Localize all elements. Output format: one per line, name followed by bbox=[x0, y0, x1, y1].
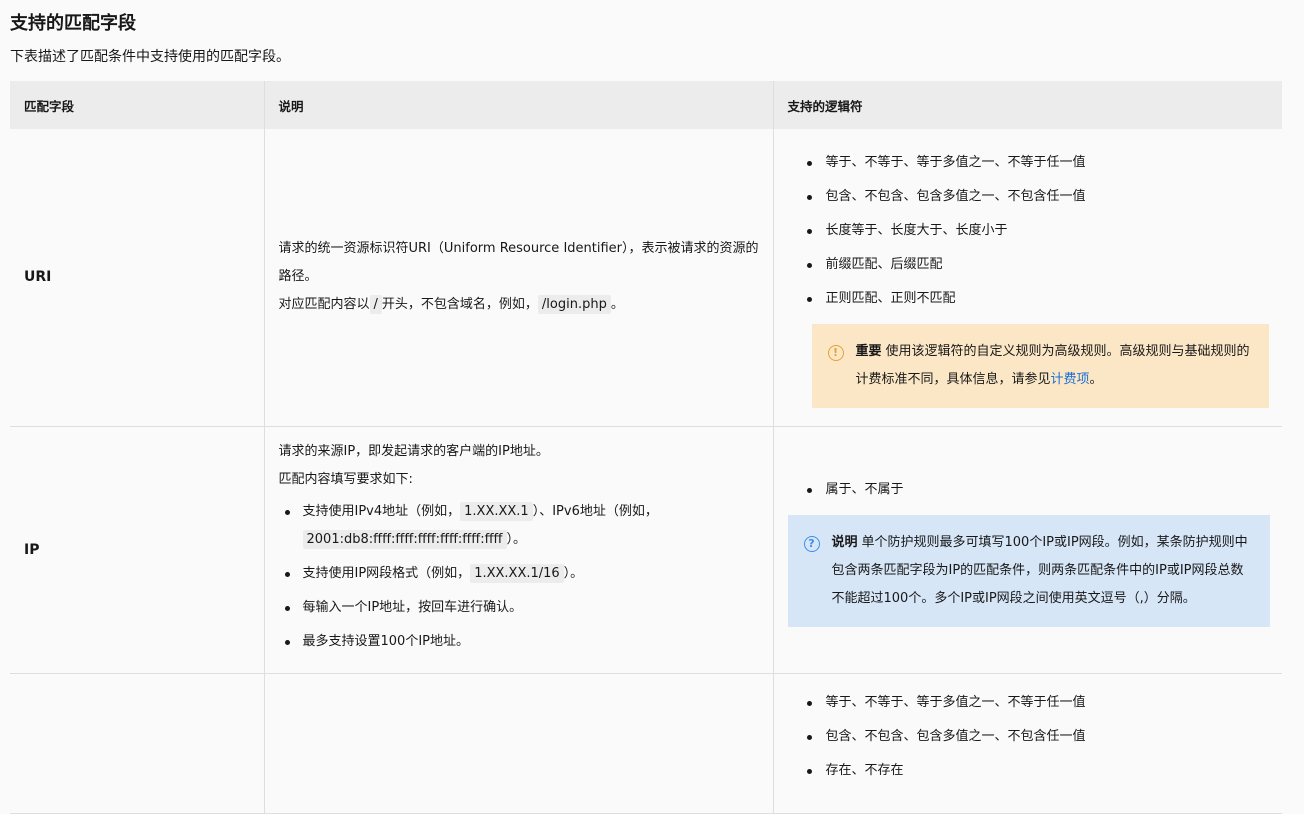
desc-text: 请求的统一资源标识符URI（Uniform Resource Identifie… bbox=[278, 241, 759, 285]
list-item: 每输入一个IP地址，按回车进行确认。 bbox=[279, 594, 759, 622]
desc-fragment: 开头，不包含域名，例如， bbox=[381, 297, 538, 313]
code-inline: 1.XX.XX.1 bbox=[460, 501, 533, 521]
operator-list: 等于、不等于、等于多值之一、不等于任一值 包含、不包含、包含多值之一、不包含任一… bbox=[788, 686, 1269, 788]
field-description: 请求的来源IP，即发起请求的客户端的IP地址。 匹配内容填写要求如下: 支持使用… bbox=[264, 426, 774, 674]
desc-fragment: ）。 bbox=[506, 531, 527, 547]
operator-list: 属于、不属于 bbox=[788, 473, 1269, 507]
requirement-list: 支持使用IPv4地址（例如， 1.XX.XX.1 ）、IPv6地址（例如， 2001:… bbox=[279, 498, 759, 656]
list-item: 支持使用IP网段格式（例如， 1.XX.XX.1/16）。 bbox=[279, 560, 759, 588]
header-ops: 支持的逻辑符 bbox=[773, 81, 1282, 129]
desc-fragment: ）、IPv6地址（例如， bbox=[532, 503, 658, 519]
list-item: 正则匹配、正则不匹配 bbox=[798, 282, 1269, 316]
code-inline: /login.php bbox=[537, 295, 611, 315]
list-item: 前缀匹配、后缀匹配 bbox=[798, 248, 1269, 282]
table-header-row: 匹配字段 说明 支持的逻辑符 bbox=[10, 81, 1282, 129]
field-name: URI bbox=[10, 129, 265, 427]
desc-fragment: 支持使用IPv4地址（例如， bbox=[302, 503, 461, 519]
note-label: 重要 bbox=[855, 344, 882, 360]
desc-text: 匹配内容填写要求如下: bbox=[278, 471, 413, 487]
table-row-ip: IP 请求的来源IP，即发起请求的客户端的IP地址。 匹配内容填写要求如下: 支… bbox=[10, 426, 1282, 674]
match-fields-table: 匹配字段 说明 支持的逻辑符 URI 请求的统一资源标识符URI（Uniform… bbox=[10, 81, 1282, 814]
list-item: 最多支持设置100个IP地址。 bbox=[279, 628, 759, 656]
field-operators: 属于、不属于 ? 说明 单个防护规则最多可填写100个IP或IP网段。例如，某条防… bbox=[773, 426, 1282, 674]
desc-fragment: 。 bbox=[610, 297, 624, 313]
important-note: ! 重要 使用该逻辑符的自定义规则为高级规则。高级规则与基础规则的计费标准不同，具… bbox=[811, 324, 1269, 409]
question-icon: ? bbox=[803, 535, 820, 552]
billing-link[interactable]: 计费项 bbox=[1051, 372, 1090, 387]
desc-fragment: ）。 bbox=[563, 565, 584, 581]
operator-list: 等于、不等于、等于多值之一、不等于任一值 包含、不包含、包含多值之一、不包含任一… bbox=[788, 146, 1269, 316]
header-desc: 说明 bbox=[264, 81, 774, 129]
field-description bbox=[264, 673, 774, 814]
field-description: 请求的统一资源标识符URI（Uniform Resource Identifie… bbox=[264, 129, 774, 427]
list-item: 等于、不等于、等于多值之一、不等于任一值 bbox=[798, 146, 1269, 180]
note-label: 说明 bbox=[831, 534, 858, 550]
table-row-uri: URI 请求的统一资源标识符URI（Uniform Resource Ident… bbox=[10, 129, 1282, 427]
list-item: 包含、不包含、包含多值之一、不包含任一值 bbox=[798, 720, 1269, 754]
note-end: 。 bbox=[1089, 372, 1103, 388]
info-note: ? 说明 单个防护规则最多可填写100个IP或IP网段。例如，某条防护规则中包含两… bbox=[787, 514, 1270, 627]
list-item: 长度等于、长度大于、长度小于 bbox=[798, 214, 1269, 248]
field-operators: 等于、不等于、等于多值之一、不等于任一值 包含、不包含、包含多值之一、不包含任一… bbox=[773, 129, 1282, 427]
desc-text: 请求的来源IP，即发起请求的客户端的IP地址。 bbox=[278, 443, 549, 459]
desc-fragment: 对应匹配内容以 bbox=[278, 297, 370, 313]
table-row: 等于、不等于、等于多值之一、不等于任一值 包含、不包含、包含多值之一、不包含任一… bbox=[10, 673, 1282, 814]
list-item: 支持使用IPv4地址（例如， 1.XX.XX.1 ）、IPv6地址（例如， 2001:… bbox=[279, 498, 759, 554]
list-item: 等于、不等于、等于多值之一、不等于任一值 bbox=[798, 686, 1269, 720]
code-inline: 2001:db8:ffff:ffff:ffff:ffff:ffff:ffff bbox=[302, 529, 507, 549]
note-text: 单个防护规则最多可填写100个IP或IP网段。例如，某条防护规则中包含两条匹配字… bbox=[831, 534, 1248, 606]
page-title: 支持的匹配字段 bbox=[10, 13, 136, 34]
code-inline: 1.XX.XX.1/16 bbox=[470, 563, 564, 583]
code-inline: / bbox=[369, 295, 382, 315]
list-item: 存在、不存在 bbox=[798, 754, 1269, 788]
field-operators: 等于、不等于、等于多值之一、不等于任一值 包含、不包含、包含多值之一、不包含任一… bbox=[773, 673, 1282, 814]
list-item: 属于、不属于 bbox=[798, 473, 1269, 507]
warning-icon: ! bbox=[827, 345, 844, 362]
field-name: IP bbox=[10, 426, 265, 674]
field-name bbox=[10, 673, 265, 814]
header-field: 匹配字段 bbox=[10, 81, 265, 129]
desc-fragment: 支持使用IP网段格式（例如， bbox=[302, 565, 471, 581]
intro-text: 下表描述了匹配条件中支持使用的匹配字段。 bbox=[10, 49, 290, 65]
list-item: 包含、不包含、包含多值之一、不包含任一值 bbox=[798, 180, 1269, 214]
desc-text: 对应匹配内容以 / 开头，不包含域名，例如，/login.php。 bbox=[279, 291, 759, 319]
